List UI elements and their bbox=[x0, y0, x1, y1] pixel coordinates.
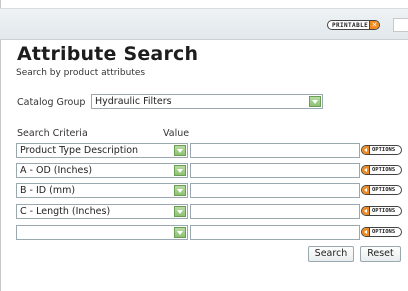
chevron-down-icon[interactable] bbox=[309, 96, 321, 107]
criteria-select[interactable] bbox=[16, 225, 188, 240]
chevron-down-icon[interactable] bbox=[174, 165, 186, 176]
options-button[interactable]: OPTIONS bbox=[361, 185, 402, 195]
search-criteria-header: Search Criteria bbox=[17, 128, 88, 139]
options-label: OPTIONS bbox=[372, 147, 396, 153]
options-label: OPTIONS bbox=[372, 208, 396, 214]
criteria-select[interactable]: B - ID (mm) bbox=[16, 183, 188, 198]
arrow-left-icon bbox=[362, 146, 370, 154]
criteria-select[interactable]: A - OD (Inches) bbox=[16, 163, 188, 178]
criteria-row: Product Type Description OPTIONS bbox=[16, 143, 406, 158]
options-label: OPTIONS bbox=[372, 167, 396, 173]
arrow-left-icon bbox=[362, 207, 370, 215]
chevron-down-icon[interactable] bbox=[174, 227, 186, 238]
value-header: Value bbox=[163, 128, 190, 139]
catalog-group-select[interactable]: Hydraulic Filters bbox=[91, 94, 323, 109]
value-input[interactable] bbox=[190, 143, 360, 158]
criteria-select[interactable]: Product Type Description bbox=[16, 143, 188, 158]
arrow-left-icon bbox=[362, 166, 370, 174]
chevron-down-icon[interactable] bbox=[174, 206, 186, 217]
value-input[interactable] bbox=[190, 225, 360, 240]
criteria-select-value: C - Length (Inches) bbox=[20, 206, 111, 217]
options-button[interactable]: OPTIONS bbox=[361, 227, 402, 237]
value-input[interactable] bbox=[190, 183, 360, 198]
criteria-select-value: Product Type Description bbox=[20, 145, 139, 156]
printable-button[interactable]: PRINTABLE ✕ bbox=[327, 20, 380, 30]
options-label: OPTIONS bbox=[372, 229, 396, 235]
options-label: OPTIONS bbox=[372, 187, 396, 193]
criteria-row: B - ID (mm) OPTIONS bbox=[16, 183, 406, 198]
criteria-row: OPTIONS bbox=[16, 225, 406, 240]
catalog-group-label: Catalog Group bbox=[17, 97, 86, 108]
chevron-down-icon[interactable] bbox=[174, 185, 186, 196]
criteria-select[interactable]: C - Length (Inches) bbox=[16, 204, 188, 219]
page-title: Attribute Search bbox=[17, 43, 199, 65]
chevron-down-icon[interactable] bbox=[174, 145, 186, 156]
search-button[interactable]: Search bbox=[308, 246, 354, 262]
close-x-icon: ✕ bbox=[369, 21, 379, 29]
catalog-group-value: Hydraulic Filters bbox=[95, 96, 172, 107]
options-button[interactable]: OPTIONS bbox=[361, 145, 402, 155]
criteria-row: C - Length (Inches) OPTIONS bbox=[16, 204, 406, 219]
arrow-left-icon bbox=[362, 186, 370, 194]
value-input[interactable] bbox=[190, 204, 360, 219]
value-input[interactable] bbox=[190, 163, 360, 178]
options-button[interactable]: OPTIONS bbox=[361, 206, 402, 216]
page-subtitle: Search by product attributes bbox=[16, 68, 146, 78]
toolbar-input-box[interactable] bbox=[393, 18, 408, 32]
arrow-left-icon bbox=[362, 228, 370, 236]
top-toolbar: PRINTABLE ✕ bbox=[0, 8, 408, 40]
criteria-select-value: B - ID (mm) bbox=[20, 185, 76, 196]
options-button[interactable]: OPTIONS bbox=[361, 165, 402, 175]
printable-label: PRINTABLE bbox=[332, 21, 369, 29]
criteria-row: A - OD (Inches) OPTIONS bbox=[16, 163, 406, 178]
criteria-select-value: A - OD (Inches) bbox=[20, 165, 93, 176]
reset-button[interactable]: Reset bbox=[360, 246, 401, 262]
